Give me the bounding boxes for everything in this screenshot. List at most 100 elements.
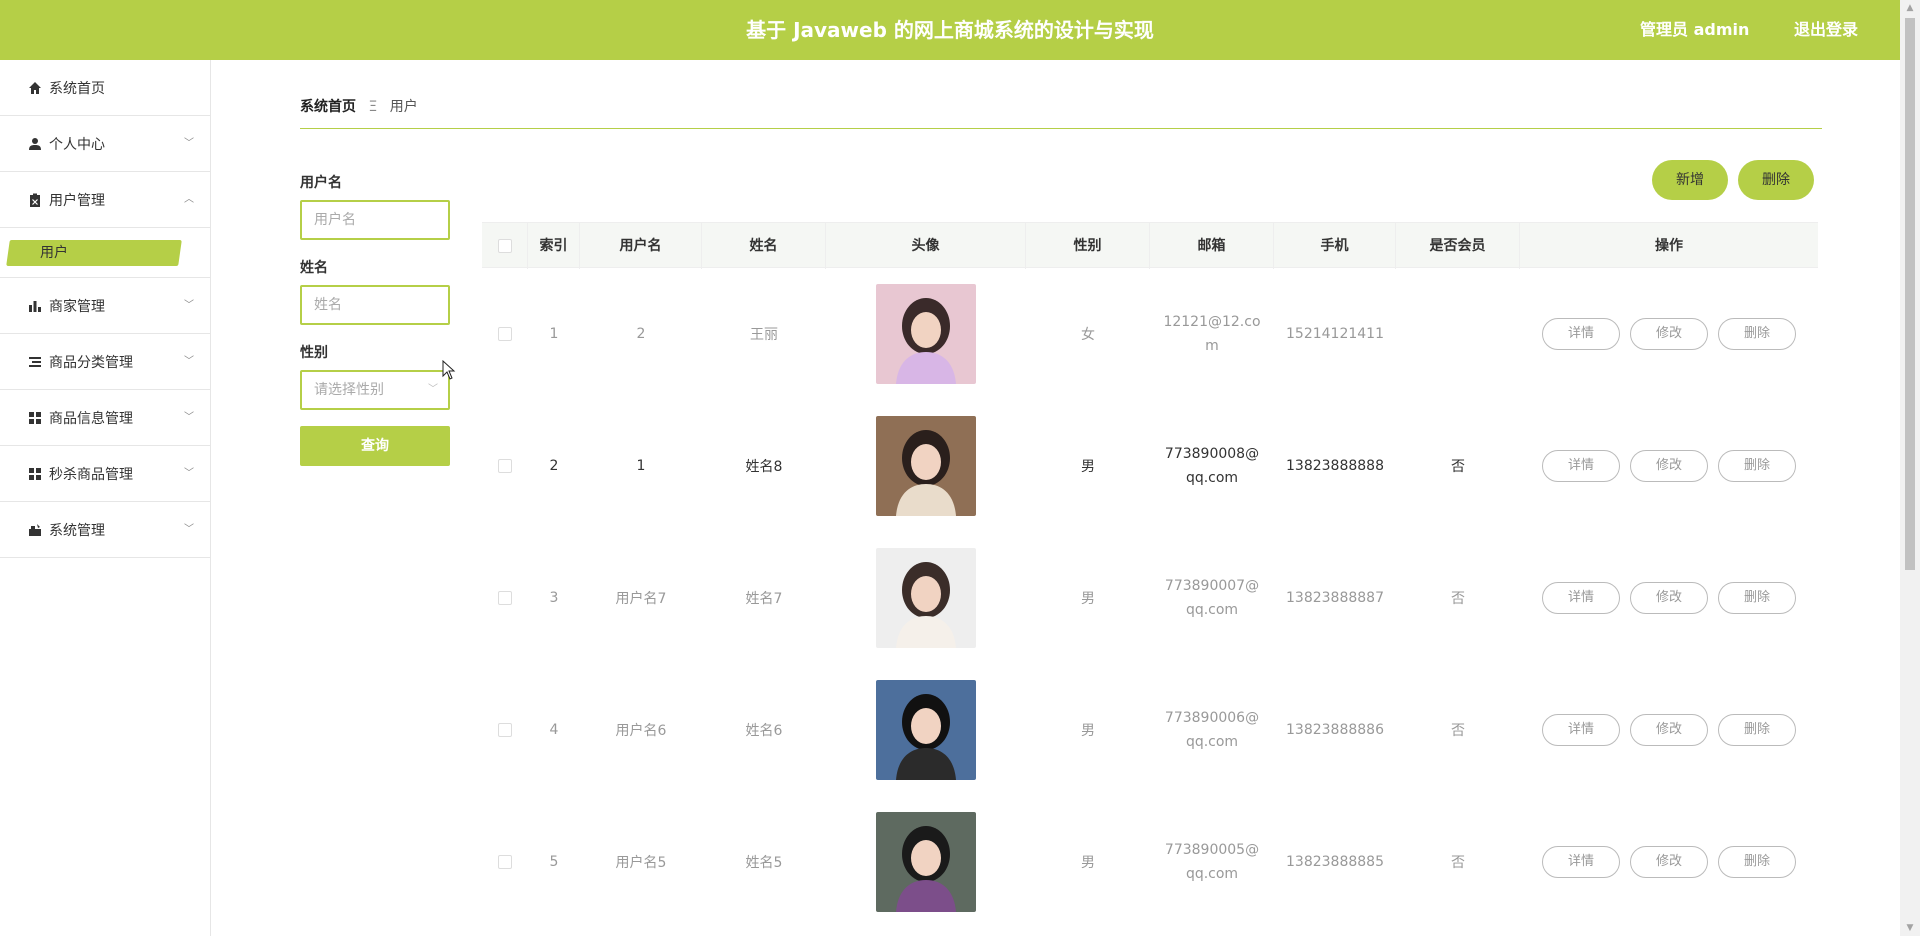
cell-username: 2 bbox=[580, 268, 702, 400]
user-avatar-image bbox=[876, 548, 976, 648]
table-row: 3 用户名7 姓名7 男 773890007@qq.com 13823888887 否 详情修… bbox=[482, 532, 1818, 664]
row-edit-button[interactable]: 修改 bbox=[1630, 450, 1708, 482]
cell-username-text: 2 bbox=[636, 326, 646, 342]
chevron-down-icon: ﹀ bbox=[184, 468, 194, 479]
row-detail-button[interactable]: 详情 bbox=[1542, 450, 1620, 482]
cell-phone-text: 13823888885 bbox=[1286, 854, 1384, 870]
cell-member: 否 bbox=[1396, 796, 1520, 928]
scroll-up-arrow-icon[interactable]: ▲ bbox=[1900, 0, 1920, 16]
chevron-down-icon: ﹀ bbox=[184, 356, 194, 367]
sidebar-item-system-management[interactable]: 系统管理 ﹀ bbox=[0, 502, 210, 558]
batch-delete-button[interactable]: 删除 bbox=[1738, 160, 1814, 200]
cell-name: 姓名6 bbox=[702, 664, 826, 796]
row-delete-button[interactable]: 删除 bbox=[1718, 318, 1796, 350]
name-input[interactable]: 姓名 bbox=[300, 285, 450, 325]
current-user-label: 管理员 admin bbox=[1640, 20, 1750, 39]
scrollbar-thumb[interactable] bbox=[1905, 18, 1915, 570]
cell-phone: 13823888887 bbox=[1274, 532, 1396, 664]
cell-ops: 详情 修改 删除 bbox=[1520, 400, 1818, 532]
cell-ops: 详情 修改 删除 bbox=[1520, 796, 1818, 928]
cell-email: 773890007@qq.com bbox=[1150, 532, 1274, 664]
sidebar-submenu-user[interactable]: 用户 bbox=[0, 228, 210, 278]
row-edit-button[interactable]: 修改 bbox=[1630, 714, 1708, 746]
cell-name: 姓名5 bbox=[702, 796, 826, 928]
top-header: 基于 Javaweb 的网上商城系统的设计与实现 管理员 admin 退出登录 bbox=[0, 0, 1900, 60]
row-detail-button[interactable]: 详情 bbox=[1542, 714, 1620, 746]
row-edit-button[interactable]: 修改 bbox=[1630, 318, 1708, 350]
table-header: 索引 用户名 姓名 头像 性别 邮箱 手机 是否会员 操作 bbox=[482, 222, 1818, 269]
grid-icon bbox=[27, 410, 43, 426]
row-delete-button[interactable]: 删除 bbox=[1718, 846, 1796, 878]
cell-username-text: 用户名5 bbox=[615, 855, 667, 871]
breadcrumb-home[interactable]: 系统首页 bbox=[300, 99, 356, 115]
cell-check bbox=[482, 664, 528, 796]
row-edit-button[interactable]: 修改 bbox=[1630, 846, 1708, 878]
gender-select[interactable]: 请选择性别 ﹀ bbox=[300, 370, 450, 410]
sidebar: 系统首页 个人中心 ﹀ 用户管理 ︿ 用户 商家管理 ﹀ 商品分类管理 ﹀ 商品… bbox=[0, 60, 211, 936]
cell-email-text: 773890007@qq.com bbox=[1164, 578, 1260, 618]
add-button[interactable]: 新增 bbox=[1652, 160, 1728, 200]
cell-index-text: 4 bbox=[549, 722, 559, 738]
row-checkbox[interactable] bbox=[498, 591, 512, 605]
cell-username: 用户名5 bbox=[580, 796, 702, 928]
sidebar-item-flash-sale-management[interactable]: 秒杀商品管理 ﹀ bbox=[0, 446, 210, 502]
cell-gender-text: 男 bbox=[1081, 855, 1095, 871]
cell-email-text: 12121@12.com bbox=[1163, 314, 1261, 354]
page-scrollbar[interactable]: ▲ ▼ bbox=[1900, 0, 1920, 936]
row-checkbox[interactable] bbox=[498, 723, 512, 737]
select-all-checkbox[interactable] bbox=[497, 239, 512, 253]
row-delete-button[interactable]: 删除 bbox=[1718, 582, 1796, 614]
row-detail-button[interactable]: 详情 bbox=[1542, 582, 1620, 614]
cell-gender: 男 bbox=[1026, 796, 1150, 928]
cell-gender: 女 bbox=[1026, 268, 1150, 400]
user-table: 索引 用户名 姓名 头像 性别 邮箱 手机 是否会员 操作 1 2 王丽女 12121… bbox=[482, 222, 1818, 928]
cell-index: 3 bbox=[528, 532, 580, 664]
sidebar-subitem-user[interactable]: 用户 bbox=[40, 240, 68, 266]
sidebar-item-user-management[interactable]: 用户管理 ︿ bbox=[0, 172, 210, 228]
scroll-down-arrow-icon[interactable]: ▼ bbox=[1900, 920, 1920, 936]
cell-name: 王丽 bbox=[702, 268, 826, 400]
cell-username: 用户名7 bbox=[580, 532, 702, 664]
row-delete-button[interactable]: 删除 bbox=[1718, 714, 1796, 746]
column-header-actions: 操作 bbox=[1655, 238, 1683, 254]
row-delete-button[interactable]: 删除 bbox=[1718, 450, 1796, 482]
cell-member bbox=[1396, 268, 1520, 400]
sidebar-item-category-management[interactable]: 商品分类管理 ﹀ bbox=[0, 334, 210, 390]
row-detail-button[interactable]: 详情 bbox=[1542, 318, 1620, 350]
cell-username-text: 用户名7 bbox=[615, 591, 667, 607]
chevron-down-icon: ﹀ bbox=[428, 384, 438, 395]
breadcrumb-current: 用户 bbox=[389, 99, 418, 115]
row-checkbox[interactable] bbox=[498, 855, 512, 869]
cell-phone-text: 13823888887 bbox=[1286, 590, 1384, 606]
cell-name-text: 姓名5 bbox=[745, 855, 783, 871]
column-header-username: 用户名 bbox=[580, 223, 702, 269]
cell-username-text: 用户名6 bbox=[615, 723, 667, 739]
grid-icon bbox=[27, 466, 43, 482]
logout-link[interactable]: 退出登录 bbox=[1794, 0, 1858, 60]
table-row: 1 2 王丽 女 12121@12.com 15214121411 详情 修改 删除 bbox=[482, 268, 1818, 400]
username-input[interactable]: 用户名 bbox=[300, 200, 450, 240]
sidebar-item-product-management[interactable]: 商品信息管理 ﹀ bbox=[0, 390, 210, 446]
cell-index: 2 bbox=[528, 400, 580, 532]
cell-gender-text: 女 bbox=[1081, 327, 1095, 343]
row-checkbox[interactable] bbox=[498, 459, 512, 473]
cell-email: 773890005@qq.com bbox=[1150, 796, 1274, 928]
cell-ops: 详情 修改 删除 bbox=[1520, 268, 1818, 400]
breadcrumb: 系统首页 Ξ 用户 bbox=[300, 96, 418, 116]
row-edit-button[interactable]: 修改 bbox=[1630, 582, 1708, 614]
cell-gender: 男 bbox=[1026, 664, 1150, 796]
sidebar-item-personal-center[interactable]: 个人中心 ﹀ bbox=[0, 116, 210, 172]
sidebar-item-merchant-management[interactable]: 商家管理 ﹀ bbox=[0, 278, 210, 334]
cell-gender: 男 bbox=[1026, 400, 1150, 532]
cell-index-text: 5 bbox=[549, 854, 559, 870]
row-checkbox[interactable] bbox=[498, 327, 512, 341]
cell-name: 姓名8 bbox=[702, 400, 826, 532]
cell-name-text: 王丽 bbox=[750, 327, 778, 343]
sidebar-item-home[interactable]: 系统首页 bbox=[0, 60, 210, 116]
row-detail-button[interactable]: 详情 bbox=[1542, 846, 1620, 878]
cell-member: 否 bbox=[1396, 532, 1520, 664]
cell-name: 姓名7 bbox=[702, 532, 826, 664]
query-button[interactable]: 查询 bbox=[300, 426, 450, 466]
cell-avatar bbox=[826, 532, 1026, 664]
sidebar-item-label: 商家管理 bbox=[49, 298, 105, 315]
